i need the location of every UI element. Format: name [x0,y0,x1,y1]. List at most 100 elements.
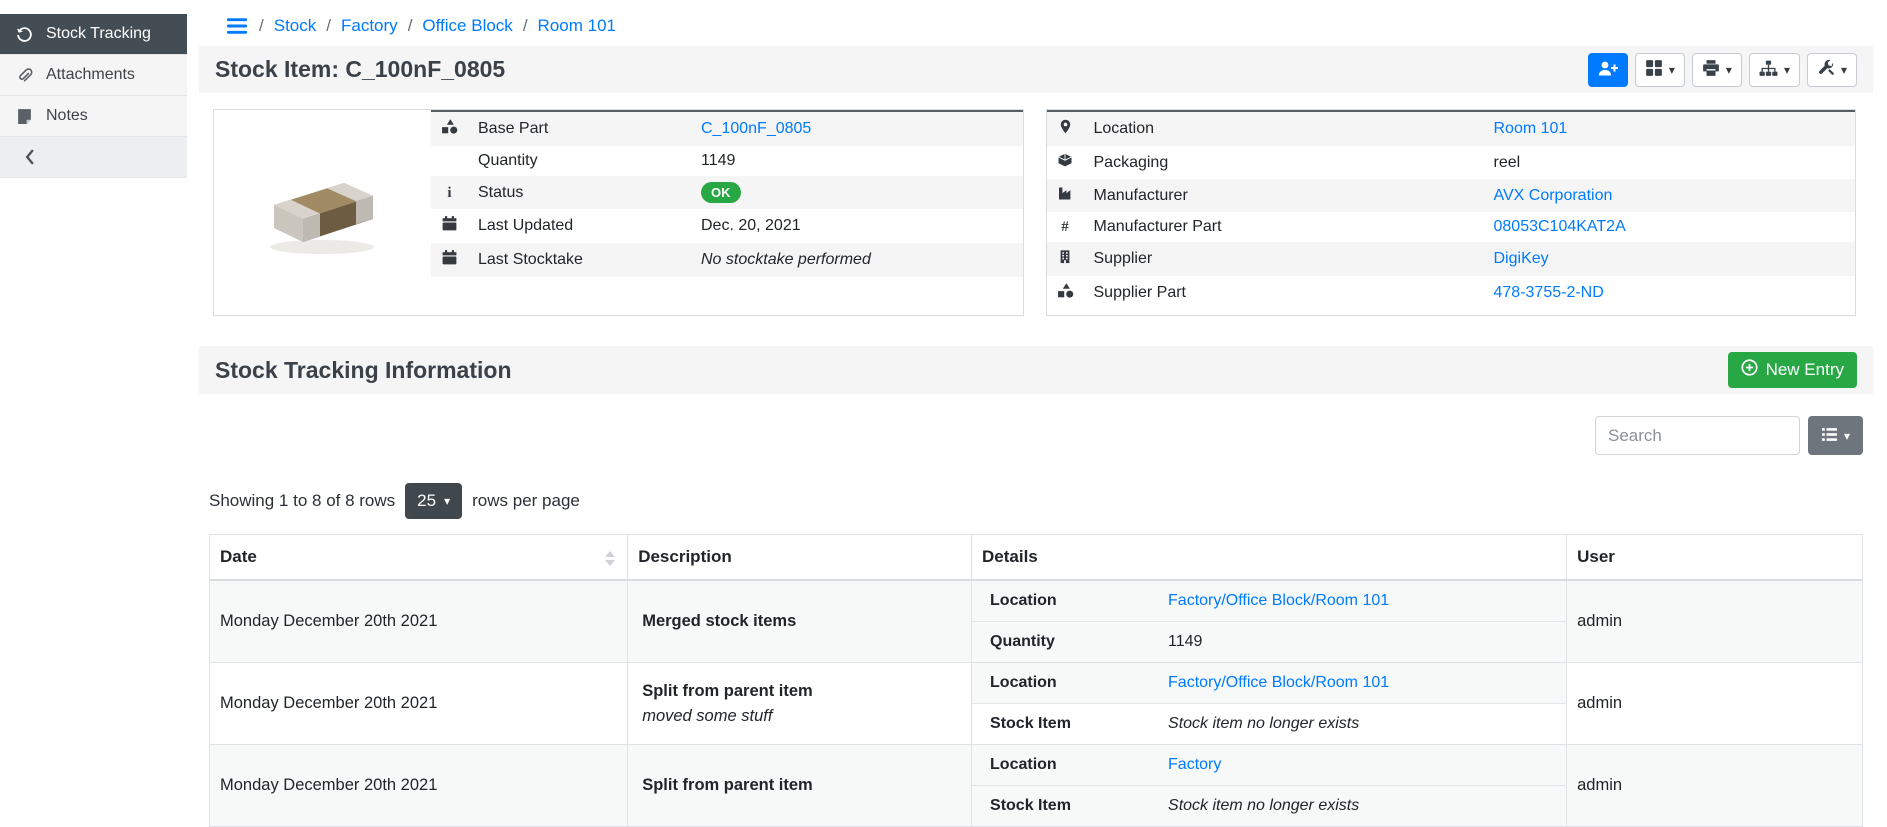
search-input[interactable] [1595,416,1800,455]
sidebar-collapse-button[interactable] [0,137,187,178]
table-row: Monday December 20th 2021 Split from par… [210,745,1863,827]
quantity-value: 1149 [701,152,735,169]
breadcrumb-separator: / [408,16,413,36]
table-row: Last Stocktake No stocktake performed [431,243,1023,277]
detail-label: Last Updated [468,209,691,243]
item-details-right-panel: Location Room 101 Packaging reel Manufac… [1046,109,1857,316]
tracking-description: Split from parent item [642,682,957,701]
detail-label: Location [1084,111,1484,146]
calendar-icon [441,219,458,236]
detail-location-link[interactable]: Factory [1168,756,1221,773]
caret-down-icon: ▾ [1726,64,1732,76]
tracking-detail-table: Location Factory/Office Block/Room 101 Q… [972,581,1566,662]
sidebar-item-attachments[interactable]: Attachments [0,55,187,96]
barcode-actions-dropdown[interactable]: ▾ [1635,53,1685,87]
tracking-note: moved some stuff [642,707,957,726]
detail-value: 1149 [1168,633,1202,650]
industry-icon [1057,188,1074,205]
new-entry-button[interactable]: New Entry [1728,352,1857,388]
sidebar-item-label: Notes [46,107,88,125]
building-icon [1058,252,1072,269]
table-row: Monday December 20th 2021 Split from par… [210,663,1863,745]
item-details: Base Part C_100nF_0805 Quantity 1149 i S… [213,109,1856,316]
stock-tracking-section: Stock Tracking Information New Entry ▾ [199,346,1873,827]
detail-location-link[interactable]: Factory/Office Block/Room 101 [1168,674,1389,691]
edit-actions-dropdown[interactable]: ▾ [1807,53,1857,87]
item-sourcing-table: Location Room 101 Packaging reel Manufac… [1047,110,1856,310]
breadcrumb-link-stock[interactable]: Stock [274,16,317,36]
tracking-date: Monday December 20th 2021 [210,663,628,745]
table-row: Packaging reel [1047,146,1856,179]
sitemap-icon [1759,60,1778,80]
print-actions-dropdown[interactable]: ▾ [1692,53,1742,87]
detail-label: Base Part [468,111,691,146]
columns-dropdown-button[interactable]: ▾ [1808,416,1863,455]
breadcrumb-link-factory[interactable]: Factory [341,16,398,36]
part-thumbnail[interactable] [214,110,431,315]
detail-sub-row: Location Factory/Office Block/Room 101 [972,581,1566,622]
detail-sub-row: Quantity 1149 [972,622,1566,663]
breadcrumb: / Stock / Factory / Office Block / Room … [199,0,1873,36]
detail-location-link[interactable]: Factory/Office Block/Room 101 [1168,592,1389,609]
pagination-summary: Showing 1 to 8 of 8 rows [209,491,395,511]
shapes-icon [441,122,458,139]
table-row: Supplier Part 478-3755-2-ND [1047,276,1856,310]
tracking-description: Merged stock items [642,612,957,631]
breadcrumb-link-room-101[interactable]: Room 101 [538,16,616,36]
detail-sub-row: Stock Item Stock item no longer exists [972,786,1566,827]
caret-down-icon: ▾ [1844,430,1850,442]
stock-actions-button[interactable] [1588,53,1628,87]
menu-icon[interactable] [227,18,247,34]
table-row: Manufacturer AVX Corporation [1047,179,1856,212]
sidebar-item-label: Stock Tracking [46,25,151,43]
detail-value: Stock item no longer exists [1168,797,1359,814]
table-header-row: Date Description Details User [210,535,1863,581]
column-header-date[interactable]: Date [210,535,628,581]
detail-label: Supplier [1084,242,1484,276]
section-title: Stock Tracking Information [215,357,512,384]
manufacturer-part-link[interactable]: 08053C104KAT2A [1494,218,1626,235]
header-toolbar: ▾ ▾ ▾ ▾ [1588,53,1857,87]
detail-label: Stock Item [972,704,1150,745]
page-title: Stock Item: C_100nF_0805 [215,56,505,83]
detail-value: Stock item no longer exists [1168,715,1359,732]
column-header-user: User [1567,535,1863,581]
table-row: # Manufacturer Part 08053C104KAT2A [1047,212,1856,242]
base-part-link[interactable]: C_100nF_0805 [701,120,811,137]
detail-label: Location [972,581,1150,622]
manufacturer-link[interactable]: AVX Corporation [1494,187,1613,204]
supplier-part-link[interactable]: 478-3755-2-ND [1494,284,1604,301]
detail-sub-row: Stock Item Stock item no longer exists [972,704,1566,745]
detail-label: Status [468,176,691,209]
item-summary-table: Base Part C_100nF_0805 Quantity 1149 i S… [431,110,1023,277]
location-link[interactable]: Room 101 [1494,120,1568,137]
tracking-user: admin [1567,745,1863,827]
supplier-link[interactable]: DigiKey [1494,250,1549,267]
tracking-description: Split from parent item [642,776,957,795]
tracking-user: admin [1567,580,1863,663]
page-size-dropdown[interactable]: 25 ▾ [405,483,462,519]
breadcrumb-link-office-block[interactable]: Office Block [422,16,512,36]
page-size-value: 25 [417,491,436,511]
main-content: / Stock / Factory / Office Block / Room … [199,0,1873,827]
stock-operations-dropdown[interactable]: ▾ [1749,53,1800,87]
new-entry-label: New Entry [1766,360,1844,380]
plus-circle-icon [1741,359,1758,381]
detail-label: Quantity [972,622,1150,663]
table-row: Base Part C_100nF_0805 [431,111,1023,146]
table-row: Supplier DigiKey [1047,242,1856,276]
chevron-left-icon [20,149,40,165]
grid-icon [1645,59,1663,80]
note-icon [14,108,34,125]
tracking-detail-table: Location Factory/Office Block/Room 101 S… [972,663,1566,744]
table-row: Last Updated Dec. 20, 2021 [431,209,1023,243]
shapes-icon [1057,286,1074,303]
item-details-left-panel: Base Part C_100nF_0805 Quantity 1149 i S… [213,109,1024,316]
caret-down-icon: ▾ [1784,64,1790,76]
tracking-date: Monday December 20th 2021 [210,745,628,827]
caret-down-icon: ▾ [444,495,450,507]
sidebar-item-notes[interactable]: Notes [0,96,187,137]
table-row: Monday December 20th 2021 Merged stock i… [210,580,1863,663]
sidebar-item-stock-tracking[interactable]: Stock Tracking [0,14,187,55]
detail-label: Manufacturer [1084,179,1484,212]
